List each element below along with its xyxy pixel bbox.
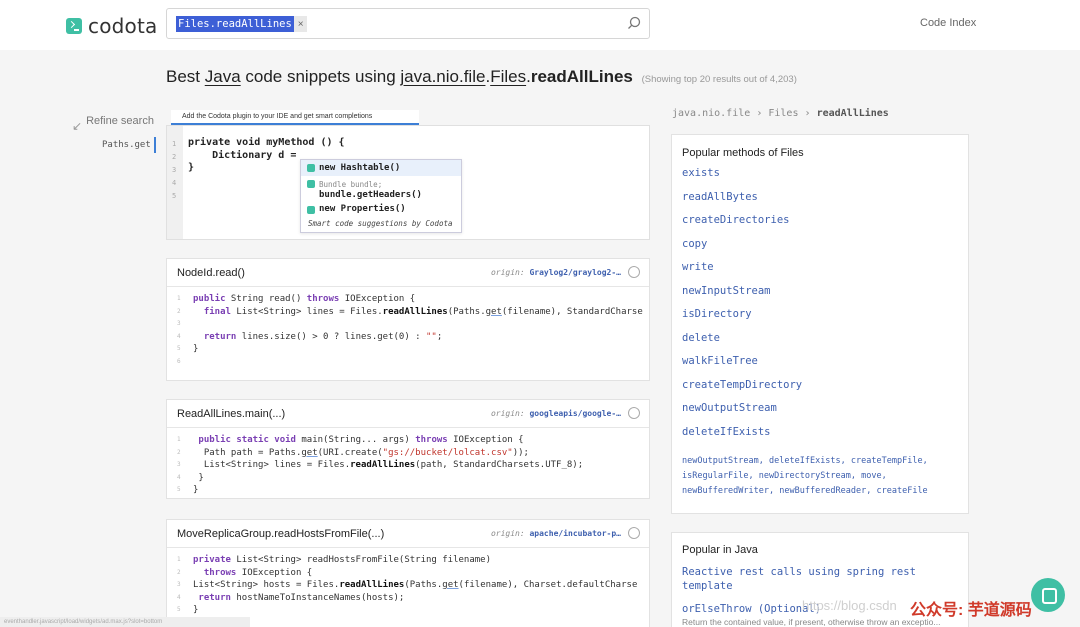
suggestion-footer: Smart code suggestions by Codota: [308, 219, 453, 228]
more-method-link[interactable]: move: [861, 471, 881, 481]
line-number: 1: [172, 140, 177, 148]
suggestion-item[interactable]: new Hashtable(): [301, 160, 461, 176]
method-link[interactable]: delete: [672, 327, 968, 351]
snippet-card: NodeId.read() origin: Graylog2/graylog2-…: [166, 258, 650, 381]
more-method-link[interactable]: isRegularFile: [682, 471, 749, 481]
breadcrumb-method: readAllLines: [816, 108, 889, 119]
snippet-origin: origin: Graylog2/graylog2-…: [490, 268, 621, 277]
codota-logo[interactable]: codota: [66, 14, 157, 38]
method-link[interactable]: write: [672, 256, 968, 280]
more-method-link[interactable]: createFile: [877, 486, 928, 496]
method-link[interactable]: deleteIfExists: [672, 421, 968, 445]
origin-link[interactable]: googleapis/google-…: [529, 409, 621, 418]
method-link[interactable]: copy: [672, 233, 968, 257]
breadcrumb-class[interactable]: Files: [768, 108, 798, 119]
title-method: readAllLines: [530, 67, 633, 86]
suggestion-label: bundle.getHeaders(): [319, 190, 422, 200]
title-mid: code snippets using: [240, 67, 401, 86]
refine-item-paths-get[interactable]: Paths.get: [96, 137, 156, 153]
more-method-link[interactable]: newDirectoryStream: [759, 471, 851, 481]
card-header: ReadAllLines.main(...) origin: googleapi…: [167, 400, 649, 428]
more-method-link[interactable]: deleteIfExists: [769, 456, 841, 466]
method-link[interactable]: createTempDirectory: [672, 374, 968, 398]
title-lang-link[interactable]: Java: [205, 67, 241, 86]
plugin-tab[interactable]: Add the Codota plugin to your IDE and ge…: [171, 110, 419, 125]
page-title: Best Java code snippets using java.nio.f…: [166, 67, 797, 87]
snippet-title[interactable]: NodeId.read(): [177, 267, 245, 279]
codota-logo-icon: [66, 18, 82, 34]
search-chip[interactable]: Files.readAllLines ×: [176, 16, 307, 32]
method-link[interactable]: isDirectory: [672, 303, 968, 327]
method-link[interactable]: exists: [672, 162, 968, 186]
chip-close-icon[interactable]: ×: [298, 19, 304, 30]
search-icon[interactable]: [627, 16, 641, 30]
line-number: 4: [172, 179, 177, 187]
more-method-link[interactable]: newOutputStream: [682, 456, 759, 466]
method-link[interactable]: walkFileTree: [672, 350, 968, 374]
github-icon[interactable]: [628, 527, 640, 539]
suggestion-hint: Bundle bundle;: [319, 180, 383, 189]
wechat-watermark: 公众号: 芋道源码: [910, 602, 1032, 619]
github-icon[interactable]: [628, 266, 640, 278]
popular-methods-panel: Popular methods of Files exists readAllB…: [671, 134, 969, 514]
snippet-code: 1 private List<String> readHostsFromFile(…: [177, 555, 638, 615]
origin-link[interactable]: apache/incubator-p…: [529, 529, 621, 538]
panel-title: Popular in Java: [682, 544, 758, 556]
search-chip-label: Files.readAllLines: [176, 16, 294, 32]
codota-suggestion-icon: [307, 164, 315, 172]
top-bar: codota Files.readAllLines × Code Index: [0, 0, 1080, 50]
title-prefix: Best: [166, 67, 205, 86]
popular-java-link[interactable]: Reactive rest calls using spring rest te…: [672, 565, 932, 593]
more-method-link[interactable]: newBufferedReader: [779, 486, 866, 496]
line-gutter: 1 2 3 4 5: [167, 126, 183, 239]
snippet-card: ReadAllLines.main(...) origin: googleapi…: [166, 399, 650, 499]
more-method-link[interactable]: createTempFile: [851, 456, 923, 466]
snippet-origin: origin: apache/incubator-p…: [490, 529, 621, 538]
title-pkg-link[interactable]: java.nio.file: [400, 67, 485, 86]
suggestion-item[interactable]: Bundle bundle; bundle.getHeaders(): [301, 176, 461, 202]
panel-title: Popular methods of Files: [682, 147, 804, 159]
origin-link[interactable]: Graylog2/graylog2-…: [529, 268, 621, 277]
method-link[interactable]: readAllBytes: [672, 186, 968, 210]
results-note: (Showing top 20 results out of 4,203): [641, 74, 797, 85]
breadcrumb-separator: ›: [804, 108, 811, 119]
breadcrumb: java.nio.file › Files › readAllLines: [672, 108, 889, 119]
refine-label: Refine search: [86, 115, 154, 127]
breadcrumb-package[interactable]: java.nio.file: [672, 108, 750, 119]
suggestion-label: new Hashtable(): [319, 163, 401, 173]
line-number: 3: [172, 166, 177, 174]
chat-button[interactable]: [1031, 578, 1065, 612]
line-number: 2: [172, 153, 177, 161]
code-index-link[interactable]: Code Index: [920, 17, 976, 29]
suggestion-item[interactable]: new Properties(): [301, 202, 461, 217]
title-class-link[interactable]: Files: [490, 67, 526, 86]
status-bar: eventhandler.javascript/load/widgets/ad.…: [0, 617, 250, 627]
method-link[interactable]: newInputStream: [672, 280, 968, 304]
more-methods: newOutputStream, deleteIfExists, createT…: [682, 456, 928, 496]
suggestion-popup: new Hashtable() Bundle bundle; bundle.ge…: [300, 159, 462, 233]
curved-arrow-icon: ↙: [72, 119, 83, 133]
snippet-origin: origin: googleapis/google-…: [490, 409, 621, 418]
codota-suggestion-icon: [307, 206, 315, 214]
snippet-title[interactable]: MoveReplicaGroup.readHostsFromFile(...): [177, 528, 384, 540]
brand-name: codota: [88, 14, 158, 38]
more-method-link[interactable]: newBufferedWriter: [682, 486, 769, 496]
refine-search: ↙ Refine search: [72, 109, 154, 133]
card-header: MoveReplicaGroup.readHostsFromFile(...) …: [167, 520, 649, 548]
watermark: https://blog.csdn: [802, 598, 897, 613]
line-number: 5: [172, 192, 177, 200]
snippet-code: 1 public String read() throws IOException…: [177, 294, 643, 365]
method-link[interactable]: createDirectories: [672, 209, 968, 233]
suggestion-label: new Properties(): [319, 204, 406, 214]
method-link[interactable]: newOutputStream: [672, 397, 968, 421]
breadcrumb-separator: ›: [756, 108, 763, 119]
snippet-code: 1 public static void main(String... args…: [177, 435, 584, 495]
github-icon[interactable]: [628, 407, 640, 419]
codota-suggestion-icon: [307, 180, 315, 188]
snippet-card: MoveReplicaGroup.readHostsFromFile(...) …: [166, 519, 650, 627]
card-header: NodeId.read() origin: Graylog2/graylog2-…: [167, 259, 649, 287]
search-input[interactable]: Files.readAllLines ×: [166, 8, 650, 39]
snippet-title[interactable]: ReadAllLines.main(...): [177, 408, 285, 420]
